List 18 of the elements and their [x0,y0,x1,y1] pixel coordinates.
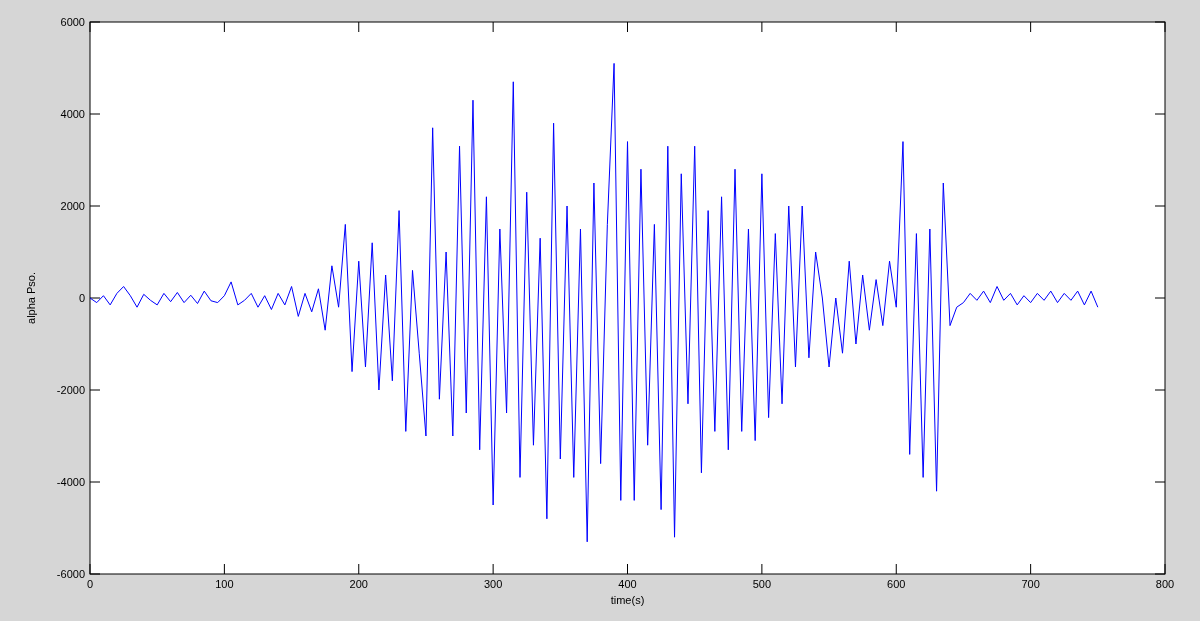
tick-label: -2000 [56,384,85,396]
tick-label: 6000 [60,16,85,28]
tick-label: 500 [752,578,772,590]
tick-label: 700 [1021,578,1040,590]
tick-label: 0 [86,578,94,590]
y-axis-title: alpha Pso. [25,272,37,324]
tick-label: 600 [887,578,906,590]
tick-label: 2000 [60,200,85,212]
tick-label: 800 [1155,578,1175,590]
tick-label: 200 [349,578,368,590]
tick-label: 400 [618,578,637,590]
tick-label: 0 [78,292,85,304]
tick-label: -6000 [56,568,85,580]
tick-label: 100 [215,578,234,590]
tick-label: 300 [483,578,503,590]
tick-label: -4000 [56,476,85,488]
tick-label: 4000 [60,108,85,120]
x-axis-title: time(s) [610,594,645,606]
